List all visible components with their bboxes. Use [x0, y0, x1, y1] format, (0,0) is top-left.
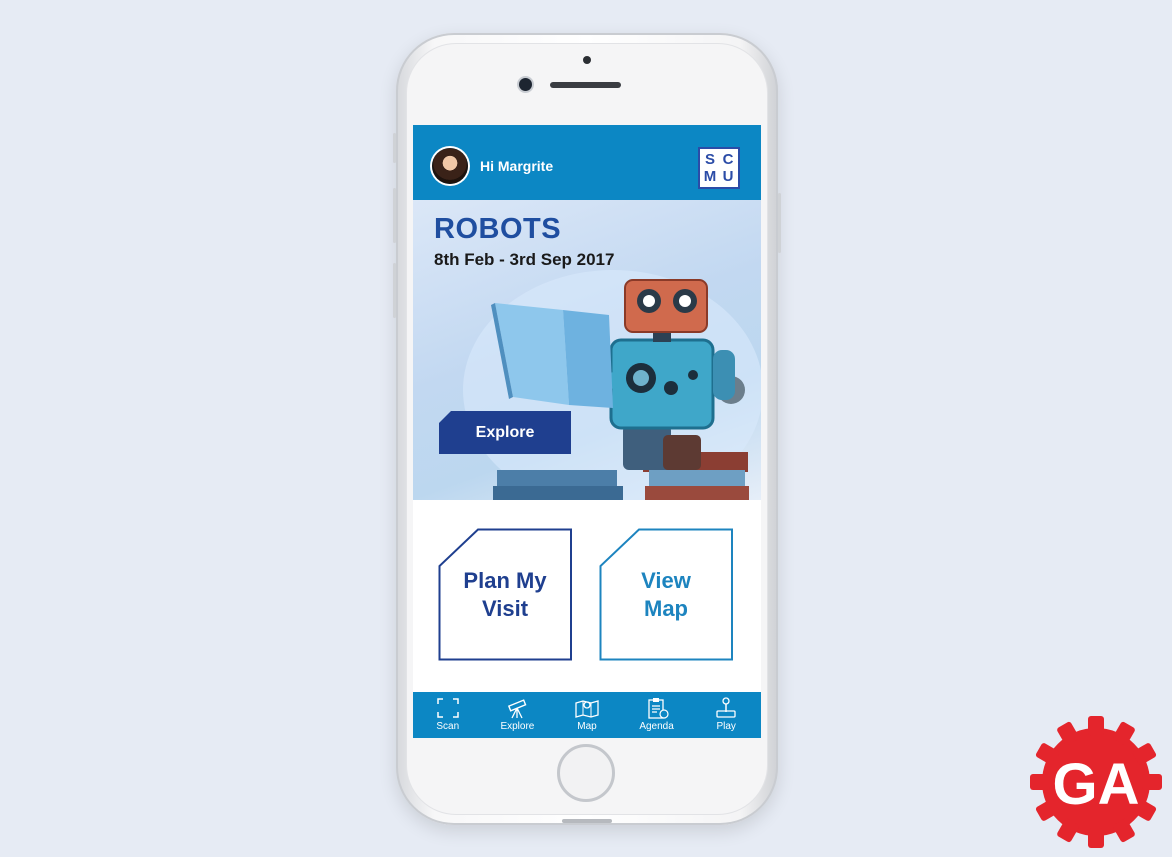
museum-logo[interactable]: S C M U: [698, 147, 740, 189]
plan-my-visit-label: Plan My Visit: [463, 567, 547, 621]
user-avatar[interactable]: [432, 148, 468, 184]
proximity-sensor: [583, 56, 591, 64]
joystick-icon: [716, 697, 736, 718]
front-camera: [519, 78, 532, 91]
logo-letter: U: [722, 168, 734, 185]
tab-play[interactable]: Play: [692, 692, 760, 738]
tab-agenda[interactable]: Agenda: [623, 692, 691, 738]
telescope-icon: [508, 699, 527, 719]
agenda-icon: [647, 698, 669, 719]
bottom-tab-bar: Scan Explore Map Agenda Play: [413, 692, 761, 738]
tab-label: Map: [577, 721, 597, 732]
mute-switch: [393, 133, 396, 163]
home-button[interactable]: [557, 744, 615, 802]
tab-explore[interactable]: Explore: [483, 692, 551, 738]
tab-map[interactable]: Map: [553, 692, 621, 738]
view-map-label: View Map: [641, 567, 691, 621]
tab-label: Explore: [500, 721, 535, 732]
tab-scan[interactable]: Scan: [414, 692, 482, 738]
app-screen: Hi Margrite S C M U ROBOTS 8th Feb - 3rd…: [413, 125, 761, 738]
volume-up-button: [393, 188, 396, 243]
ga-badge-logo: GA: [1030, 716, 1162, 848]
exhibition-title: ROBOTS: [434, 213, 562, 245]
earpiece-speaker: [550, 82, 621, 88]
explore-button[interactable]: Explore: [439, 411, 571, 454]
logo-letter: S: [704, 151, 715, 168]
plan-my-visit-tile[interactable]: Plan My Visit: [438, 528, 572, 661]
volume-down-button: [393, 263, 396, 318]
map-icon: [575, 700, 599, 718]
greeting-text: Hi Margrite: [480, 158, 554, 174]
tab-label: Agenda: [639, 721, 674, 732]
logo-letter: M: [703, 168, 717, 185]
exhibition-dates: 8th Feb - 3rd Sep 2017: [434, 250, 615, 269]
scan-icon: [437, 698, 459, 718]
power-button: [778, 193, 781, 253]
logo-letter: C: [722, 151, 734, 168]
hero-banner: ROBOTS 8th Feb - 3rd Sep 2017 Explore: [413, 200, 761, 500]
tab-label: Play: [716, 721, 736, 732]
view-map-tile[interactable]: View Map: [599, 528, 733, 661]
tab-label: Scan: [436, 721, 460, 732]
ga-badge-text: GA: [1053, 752, 1140, 817]
app-header: Hi Margrite S C M U: [413, 125, 761, 200]
lightning-port: [562, 819, 612, 823]
